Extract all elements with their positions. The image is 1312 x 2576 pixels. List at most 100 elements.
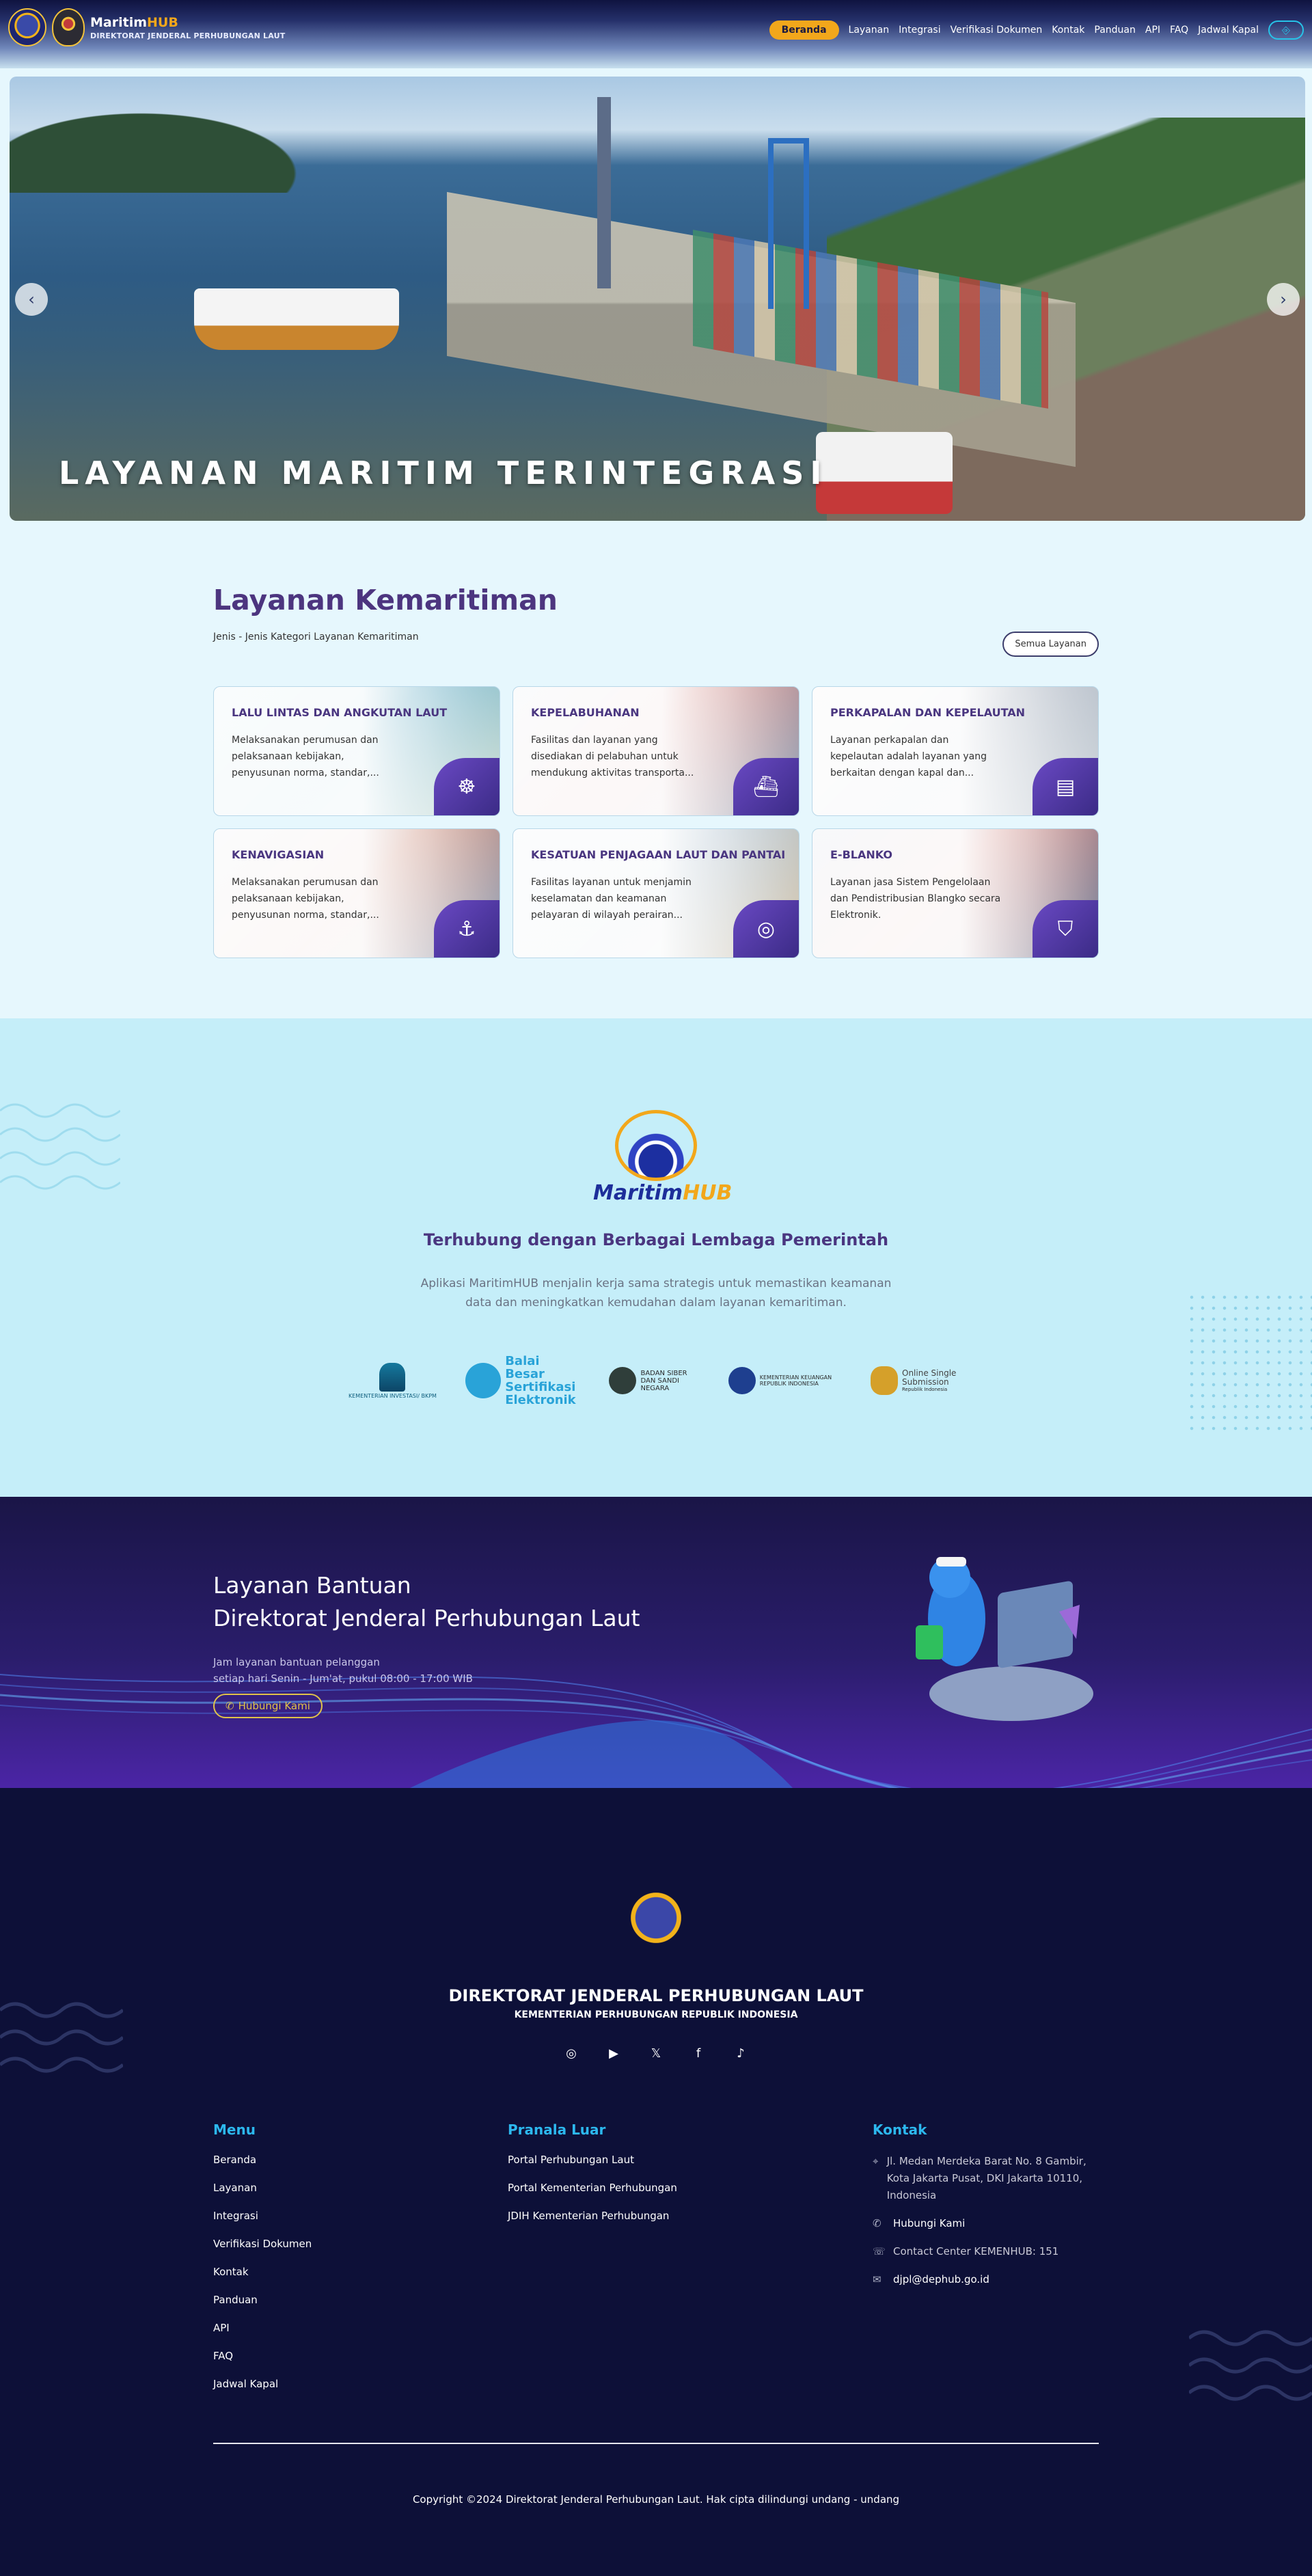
hero-ship <box>816 432 953 514</box>
kemenkeu-icon <box>728 1367 756 1394</box>
x-icon[interactable]: 𝕏 <box>648 2045 664 2061</box>
footer-link-jdih[interactable]: JDIH Kementerian Perhubungan <box>508 2209 677 2237</box>
contact-email[interactable]: ✉ djpl@dephub.go.id <box>873 2271 1105 2288</box>
card-title: KENAVIGASIAN <box>232 848 325 861</box>
brand[interactable]: MaritimHUB DIREKTORAT JENDERAL PERHUBUNG… <box>8 8 285 46</box>
brand-name: MaritimHUB <box>90 14 178 30</box>
card-title: PERKAPALAN DAN KEPELAUTAN <box>830 706 1026 719</box>
service-card-e-blanko[interactable]: E-BLANKO Layanan jasa Sistem Pengelolaan… <box>812 828 1099 958</box>
wave-lines-decoration <box>0 1674 1312 1788</box>
logo-oss[interactable]: Online Single Submission Republik Indone… <box>871 1366 964 1395</box>
whatsapp-icon: ✆ <box>873 2217 882 2229</box>
youtube-icon[interactable]: ▶ <box>605 2045 622 2061</box>
footer-link-kontak[interactable]: Kontak <box>213 2265 312 2293</box>
ditjen-hubla-logo-icon <box>8 8 46 46</box>
card-title: KESATUAN PENJAGAAN LAUT DAN PANTAI <box>531 848 786 861</box>
nav-jadwal-kapal[interactable]: Jadwal Kapal <box>1198 25 1259 36</box>
footer-link-faq[interactable]: FAQ <box>213 2349 312 2377</box>
card-desc: Fasilitas layanan untuk menjamin keselam… <box>531 877 692 921</box>
all-services-button[interactable]: Semua Layanan <box>1002 632 1099 657</box>
facebook-icon[interactable]: f <box>690 2045 707 2061</box>
contact-center: ☏ Contact Center KEMENHUB: 151 <box>873 2243 1105 2260</box>
nav-faq[interactable]: FAQ <box>1170 25 1188 36</box>
footer-kontak: Kontak ⌖ Jl. Medan Merdeka Barat No. 8 G… <box>873 2121 1105 2299</box>
phone-icon: ☏ <box>873 2245 886 2258</box>
hero-crane <box>597 97 611 288</box>
hero-next-button[interactable]: › <box>1267 283 1300 316</box>
services-section: Layanan Kemaritiman Jenis - Jenis Katego… <box>0 521 1312 1018</box>
tiktok-icon[interactable]: ♪ <box>733 2045 749 2061</box>
contact-address: ⌖ Jl. Medan Merdeka Barat No. 8 Gambir, … <box>873 2153 1105 2204</box>
lifebuoy-icon: ◎ <box>733 900 799 958</box>
nav-verifikasi-dokumen[interactable]: Verifikasi Dokumen <box>951 25 1043 36</box>
main-nav: Beranda Layanan Integrasi Verifikasi Dok… <box>769 21 1304 40</box>
mail-icon: ✉ <box>873 2273 882 2286</box>
footer-divider <box>213 2443 1099 2444</box>
whatsapp-icon: ✆ <box>226 1700 234 1712</box>
card-desc: Layanan jasa Sistem Pengelolaan dan Pend… <box>830 877 1001 921</box>
logo-kementerian-investasi[interactable]: KEMENTERIAN INVESTASI/ BKPM <box>348 1362 437 1399</box>
instagram-icon[interactable]: ◎ <box>563 2045 579 2061</box>
service-card-kepelabuhanan[interactable]: KEPELABUHANAN Fasilitas dan layanan yang… <box>512 686 800 816</box>
footer-menu-title: Menu <box>213 2121 256 2138</box>
maritimhub-logo: MaritimHUB <box>593 1110 732 1205</box>
footer-title: DIREKTORAT JENDERAL PERHUBUNGAN LAUT <box>448 1986 864 2005</box>
service-card-kplp[interactable]: KESATUAN PENJAGAAN LAUT DAN PANTAI Fasil… <box>512 828 800 958</box>
wave-decoration <box>1189 2330 1312 2401</box>
nav-layanan[interactable]: Layanan <box>849 25 890 36</box>
document-shield-icon: ⛉ <box>1033 900 1098 958</box>
anchor-icon: ⚓ <box>434 900 500 958</box>
ship-globe-icon <box>615 1110 697 1181</box>
footer-menu: Menu Beranda Layanan Integrasi Verifikas… <box>213 2121 312 2405</box>
contact-whatsapp[interactable]: ✆ Hubungi Kami <box>873 2215 1105 2232</box>
hero-banner: LAYANAN MARITIM TERINTEGRASI ‹ › <box>10 77 1305 521</box>
footer-link-jadwal-kapal[interactable]: Jadwal Kapal <box>213 2377 312 2405</box>
nav-beranda[interactable]: Beranda <box>769 21 839 40</box>
nav-kontak[interactable]: Kontak <box>1052 25 1084 36</box>
footer-link-integrasi[interactable]: Integrasi <box>213 2209 312 2237</box>
support-org: Direktorat Jenderal Perhubungan Laut <box>213 1605 640 1631</box>
service-card-perkapalan[interactable]: PERKAPALAN DAN KEPELAUTAN Layanan perkap… <box>812 686 1099 816</box>
certificate-icon: ▤ <box>1033 758 1098 815</box>
copyright: Copyright ©2024 Direktorat Jenderal Perh… <box>412 2493 900 2506</box>
card-desc: Fasilitas dan layanan yang disediakan di… <box>531 735 694 778</box>
hero-island <box>10 97 338 193</box>
footer-link-panduan[interactable]: Panduan <box>213 2293 312 2321</box>
location-pin-icon: ⌖ <box>873 2155 879 2167</box>
logo-bsre[interactable]: Balai Besar Sertifikasi Elektronik <box>465 1355 580 1407</box>
chevron-left-icon: ‹ <box>28 290 35 309</box>
footer-link-layanan[interactable]: Layanan <box>213 2181 312 2209</box>
support-hours-label: Jam layanan bantuan pelanggan <box>213 1656 380 1668</box>
service-card-kenavigasian[interactable]: KENAVIGASIAN Melaksanakan perumusan dan … <box>213 828 500 958</box>
chevron-right-icon: › <box>1280 290 1287 309</box>
ditjen-hubla-emblem-icon <box>622 1888 690 1963</box>
logo-bssn[interactable]: BADAN SIBER DAN SANDI NEGARA <box>609 1367 699 1394</box>
partners-section: MaritimHUB Terhubung dengan Berbagai Lem… <box>0 1018 1312 1497</box>
card-desc: Melaksanakan perumusan dan pelaksanaan k… <box>232 735 379 778</box>
social-links: ◎ ▶ 𝕏 f ♪ <box>0 2045 1312 2061</box>
contact-us-button[interactable]: ✆ Hubungi Kami <box>213 1694 323 1718</box>
footer-link-portal-hubla[interactable]: Portal Perhubungan Laut <box>508 2153 677 2181</box>
ship-wheel-icon: ☸ <box>434 758 500 815</box>
dolphin-mascot-illustration <box>916 1557 1093 1721</box>
site-header: MaritimHUB DIREKTORAT JENDERAL PERHUBUNG… <box>0 0 1312 68</box>
card-title: LALU LINTAS DAN ANGKUTAN LAUT <box>232 706 448 719</box>
brand-subtitle: DIREKTORAT JENDERAL PERHUBUNGAN LAUT <box>90 31 286 40</box>
hero-prev-button[interactable]: ‹ <box>15 283 48 316</box>
login-button[interactable]: ⎆ <box>1268 21 1304 40</box>
garuda-icon <box>871 1366 898 1395</box>
footer-link-verifikasi-dokumen[interactable]: Verifikasi Dokumen <box>213 2237 312 2265</box>
footer-link-portal-kemenhub[interactable]: Portal Kementerian Perhubungan <box>508 2181 677 2209</box>
service-card-lalu-lintas[interactable]: LALU LINTAS DAN ANGKUTAN LAUT Melaksanak… <box>213 686 500 816</box>
nav-panduan[interactable]: Panduan <box>1094 25 1135 36</box>
footer-link-beranda[interactable]: Beranda <box>213 2153 312 2181</box>
services-subtitle: Jenis - Jenis Kategori Layanan Kemaritim… <box>213 632 419 642</box>
footer-link-api[interactable]: API <box>213 2321 312 2349</box>
logo-kementerian-keuangan[interactable]: KEMENTERIAN KEUANGAN REPUBLIK INDONESIA <box>728 1367 842 1394</box>
nav-api[interactable]: API <box>1145 25 1160 36</box>
nav-integrasi[interactable]: Integrasi <box>899 25 941 36</box>
support-hours: setiap hari Senin - Jum'at, pukul 08:00 … <box>213 1672 473 1685</box>
partners-title: Terhubung dengan Berbagai Lembaga Pemeri… <box>423 1230 889 1249</box>
login-icon: ⎆ <box>1281 24 1290 36</box>
bsre-icon <box>465 1363 502 1398</box>
